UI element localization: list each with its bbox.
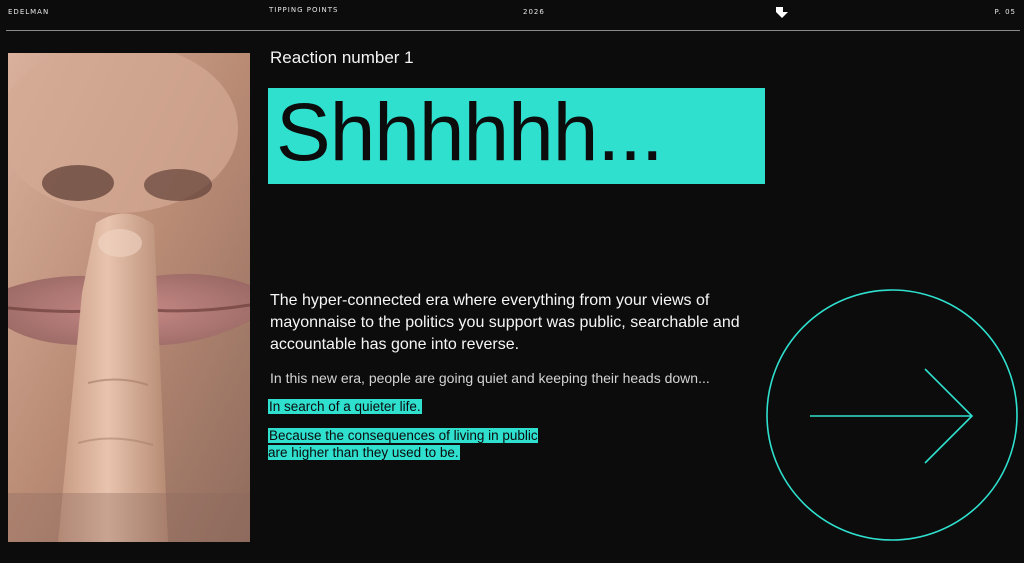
lead-paragraph: The hyper-connected era where everything… [270,292,740,353]
top-bar: EDELMAN TIPPING POINTS 2026 P. 05 [0,0,1024,31]
hero-photo [8,53,250,542]
section-title: TIPPING POINTS [269,6,339,14]
highlight-consequences: Because the consequences of living in pu… [268,427,538,461]
header-divider [6,30,1020,31]
circle-outline [766,289,1018,541]
highlight-text-2: Because the consequences of living in pu… [268,428,538,460]
highlight-text-1: In search of a quieter life. [268,399,422,414]
reaction-label: Reaction number 1 [270,48,414,67]
subtext: In this new era, people are going quiet … [270,370,710,386]
next-page-button[interactable] [765,288,1019,542]
page-number: P. 05 [994,8,1016,16]
finger-on-lips-illustration [8,53,250,542]
highlight-quieter-life: In search of a quieter life. [268,398,422,415]
brand-name[interactable]: EDELMAN [8,8,49,16]
page-title: Shhhhhh... [276,87,664,178]
arrow-right-icon [810,368,974,464]
arrow-down-mark-icon[interactable] [775,5,789,19]
year-label: 2026 [523,8,545,16]
